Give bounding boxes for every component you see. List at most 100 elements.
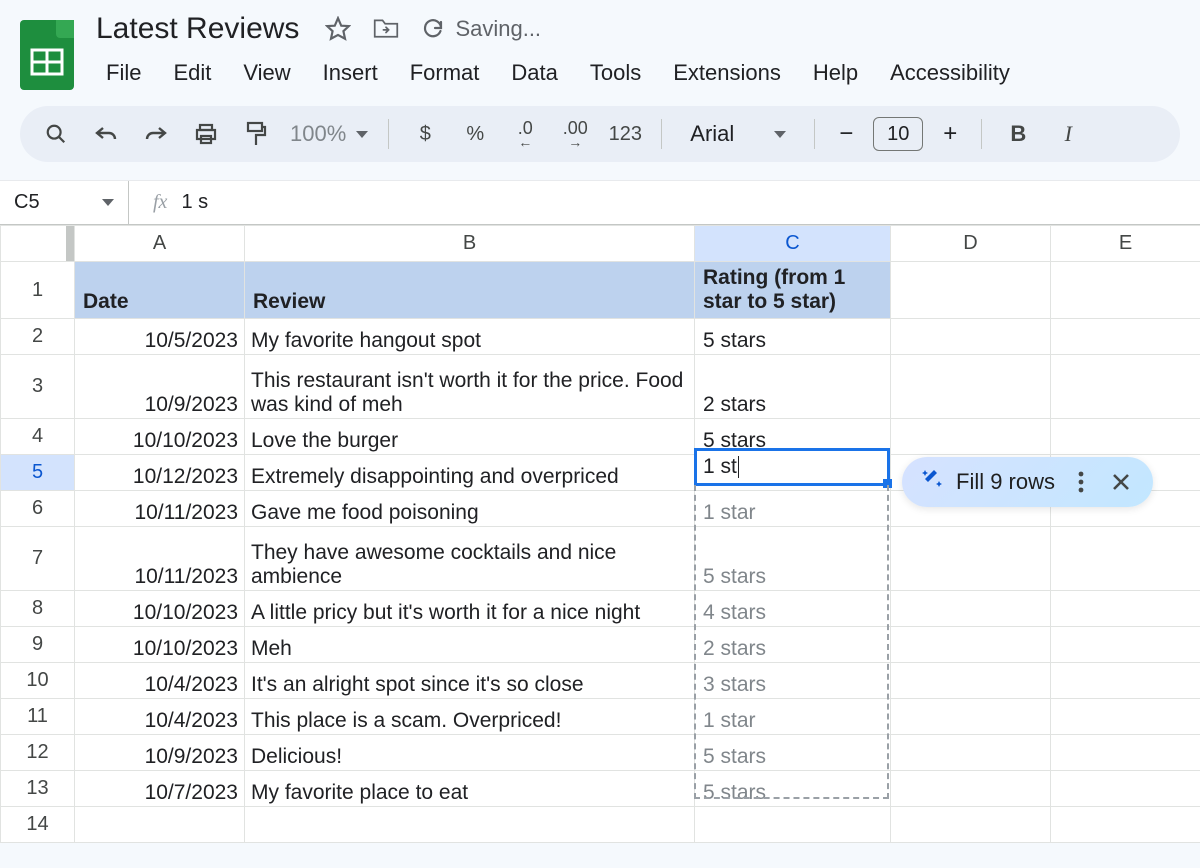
cell-date[interactable]: 10/10/2023: [75, 419, 245, 455]
row-header[interactable]: 14: [1, 807, 75, 843]
menu-file[interactable]: File: [92, 54, 155, 92]
cell-review[interactable]: Delicious!: [245, 735, 695, 771]
row-header[interactable]: 8: [1, 591, 75, 627]
cell[interactable]: [891, 527, 1051, 591]
menu-data[interactable]: Data: [497, 54, 571, 92]
cell-rating[interactable]: 5 stars: [695, 527, 891, 591]
undo-icon[interactable]: [84, 114, 128, 154]
cell[interactable]: [1051, 627, 1200, 663]
cell-rating[interactable]: 1 star: [695, 491, 891, 527]
font-size-decrease-button[interactable]: −: [829, 117, 863, 151]
smart-fill-chip[interactable]: Fill 9 rows: [902, 457, 1153, 507]
cell[interactable]: [891, 319, 1051, 355]
menu-format[interactable]: Format: [396, 54, 494, 92]
column-header-A[interactable]: A: [75, 226, 245, 262]
cell-rating[interactable]: 2 stars: [695, 627, 891, 663]
menu-tools[interactable]: Tools: [576, 54, 655, 92]
row-header[interactable]: 10: [1, 663, 75, 699]
cell-date[interactable]: 10/10/2023: [75, 627, 245, 663]
cell[interactable]: [891, 663, 1051, 699]
menu-view[interactable]: View: [229, 54, 304, 92]
cell-review[interactable]: My favorite place to eat: [245, 771, 695, 807]
doc-title[interactable]: Latest Reviews: [92, 10, 303, 48]
font-size-input[interactable]: 10: [873, 117, 923, 151]
cell[interactable]: [1051, 319, 1200, 355]
cell-review[interactable]: This place is a scam. Overpriced!: [245, 699, 695, 735]
formula-bar[interactable]: 1 s: [181, 181, 208, 224]
cell-rating[interactable]: 5 stars: [695, 319, 891, 355]
cell-review[interactable]: They have awesome cocktails and nice amb…: [245, 527, 695, 591]
font-family-picker[interactable]: Arial: [676, 121, 800, 147]
paint-format-icon[interactable]: [234, 114, 278, 154]
cell-date[interactable]: 10/5/2023: [75, 319, 245, 355]
row-header[interactable]: 5: [1, 455, 75, 491]
row-header[interactable]: 2: [1, 319, 75, 355]
cell-review[interactable]: My favorite hangout spot: [245, 319, 695, 355]
more-formats-button[interactable]: 123: [603, 114, 647, 154]
increase-decimal-button[interactable]: .00→: [553, 114, 597, 154]
cell-rating[interactable]: 3 stars: [695, 663, 891, 699]
cell-review[interactable]: Meh: [245, 627, 695, 663]
cell-rating[interactable]: 5 stars: [695, 735, 891, 771]
cell[interactable]: [891, 735, 1051, 771]
cell-rating[interactable]: 2 stars: [695, 355, 891, 419]
row-header[interactable]: 13: [1, 771, 75, 807]
menu-accessibility[interactable]: Accessibility: [876, 54, 1024, 92]
column-header-B[interactable]: B: [245, 226, 695, 262]
cell[interactable]: [891, 262, 1051, 319]
bold-button[interactable]: B: [996, 114, 1040, 154]
row-header[interactable]: 4: [1, 419, 75, 455]
row-header[interactable]: 11: [1, 699, 75, 735]
redo-icon[interactable]: [134, 114, 178, 154]
spreadsheet-grid[interactable]: ABCDE 1DateReviewRating (from 1 star to …: [0, 225, 1200, 843]
menu-help[interactable]: Help: [799, 54, 872, 92]
column-header-E[interactable]: E: [1051, 226, 1200, 262]
cell[interactable]: [891, 591, 1051, 627]
cell-review[interactable]: Extremely disappointing and overpriced: [245, 455, 695, 491]
zoom-picker[interactable]: 100%: [284, 121, 374, 147]
cell-review[interactable]: A little pricy but it's worth it for a n…: [245, 591, 695, 627]
header-cell[interactable]: Rating (from 1 star to 5 star): [695, 262, 891, 319]
cell[interactable]: [891, 699, 1051, 735]
cell[interactable]: [891, 419, 1051, 455]
cell-date[interactable]: 10/7/2023: [75, 771, 245, 807]
cell[interactable]: [1051, 527, 1200, 591]
print-icon[interactable]: [184, 114, 228, 154]
name-box[interactable]: C5: [0, 181, 128, 224]
row-header[interactable]: 3: [1, 355, 75, 419]
active-cell[interactable]: 1 st: [694, 448, 890, 486]
cell-rating[interactable]: 1 star: [695, 699, 891, 735]
cell[interactable]: [1051, 262, 1200, 319]
row-header[interactable]: 1: [1, 262, 75, 319]
row-header[interactable]: 12: [1, 735, 75, 771]
column-header-D[interactable]: D: [891, 226, 1051, 262]
column-header-C[interactable]: C: [695, 226, 891, 262]
cell-review[interactable]: Love the burger: [245, 419, 695, 455]
close-icon[interactable]: [1107, 468, 1135, 496]
header-cell[interactable]: Review: [245, 262, 695, 319]
search-icon[interactable]: [34, 114, 78, 154]
cell[interactable]: [1051, 591, 1200, 627]
cell-review[interactable]: [245, 807, 695, 843]
cell-date[interactable]: 10/10/2023: [75, 591, 245, 627]
cell-date[interactable]: 10/11/2023: [75, 527, 245, 591]
cell[interactable]: [1051, 355, 1200, 419]
cell-review[interactable]: It's an alright spot since it's so close: [245, 663, 695, 699]
cell[interactable]: [891, 807, 1051, 843]
star-icon[interactable]: [325, 16, 351, 42]
cell[interactable]: [891, 627, 1051, 663]
header-cell[interactable]: Date: [75, 262, 245, 319]
menu-insert[interactable]: Insert: [309, 54, 392, 92]
cell[interactable]: [1051, 771, 1200, 807]
cell-review[interactable]: Gave me food poisoning: [245, 491, 695, 527]
cell-date[interactable]: 10/4/2023: [75, 699, 245, 735]
percent-format-button[interactable]: %: [453, 114, 497, 154]
cell-date[interactable]: [75, 807, 245, 843]
sheets-logo[interactable]: [20, 20, 74, 90]
menu-extensions[interactable]: Extensions: [659, 54, 795, 92]
currency-format-button[interactable]: $: [403, 114, 447, 154]
move-to-drive-icon[interactable]: [373, 16, 399, 42]
cell-date[interactable]: 10/9/2023: [75, 735, 245, 771]
font-size-increase-button[interactable]: +: [933, 117, 967, 151]
select-all-cell[interactable]: [1, 226, 75, 262]
